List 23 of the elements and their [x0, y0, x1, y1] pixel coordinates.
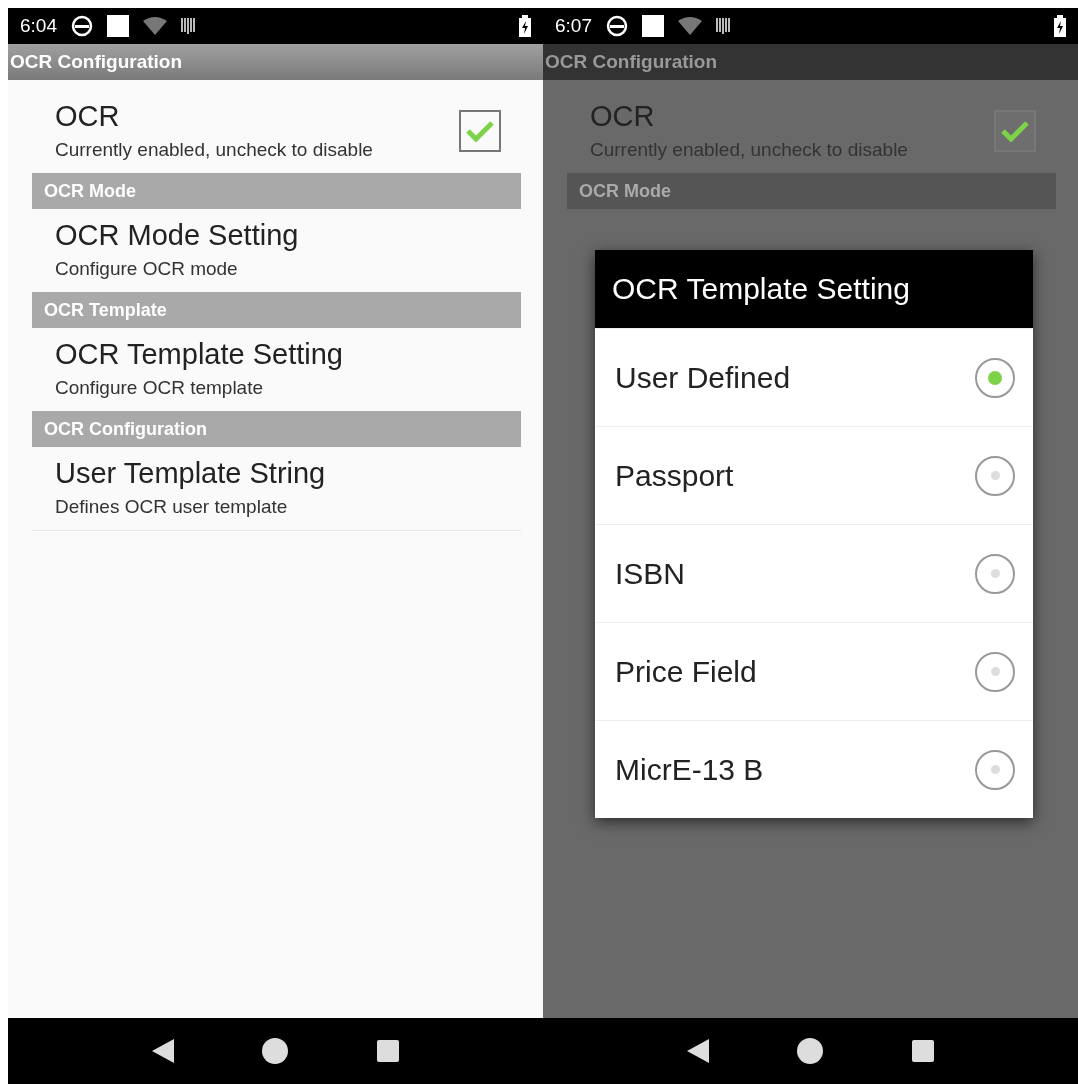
status-time: 6:04 — [20, 15, 57, 37]
section-header: OCR Mode — [567, 173, 1056, 209]
option-item[interactable]: Passport — [595, 426, 1033, 524]
setting-summary: Configure OCR template — [55, 377, 265, 399]
dialog-title: OCR Template Setting — [595, 250, 1033, 328]
option-item[interactable]: ISBN — [595, 524, 1033, 622]
section-header: OCR Mode — [32, 173, 521, 209]
setting-title[interactable]: OCR Mode Setting — [55, 219, 521, 252]
option-item[interactable]: User Defined — [595, 328, 1033, 426]
status-time: 6:07 — [555, 15, 592, 37]
setting-title[interactable]: User Template String — [55, 457, 521, 490]
app-title: OCR Configuration — [545, 51, 718, 73]
app-title: OCR Configuration — [10, 51, 183, 73]
setting-title: OCR — [590, 100, 656, 133]
setting-title: OCR — [55, 100, 121, 133]
setting-title[interactable]: OCR Template Setting — [55, 338, 521, 371]
section-header: OCR Configuration — [32, 411, 521, 447]
option-item[interactable]: Price Field — [595, 622, 1033, 720]
section-header: OCR Template — [32, 292, 521, 328]
setting-summary: Defines OCR user template — [55, 496, 289, 518]
option-item[interactable]: MicrE-13 B — [595, 720, 1033, 818]
setting-summary: Currently enabled, uncheck to disable — [55, 139, 374, 161]
setting-summary: Configure OCR mode — [55, 258, 239, 280]
